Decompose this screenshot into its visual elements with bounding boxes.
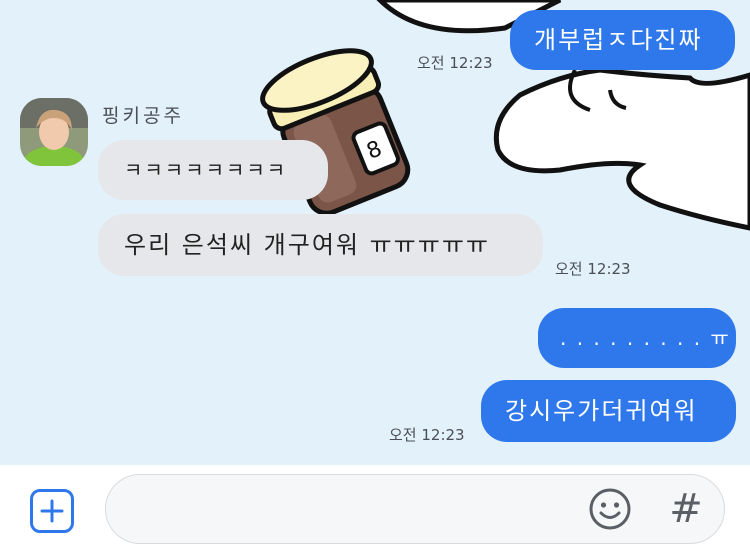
avatar[interactable] bbox=[20, 98, 88, 166]
message-bubble-outgoing[interactable]: 강시우가더귀여워 bbox=[481, 380, 736, 442]
message-bubble-outgoing[interactable]: 개부럽ㅈ다진짜 bbox=[510, 10, 735, 70]
message-text: 개부럽ㅈ다진짜 bbox=[534, 26, 703, 54]
message-bubble-incoming[interactable]: ㅋㅋㅋㅋㅋㅋㅋㅋ bbox=[98, 140, 328, 200]
message-time: 오전 12:23 bbox=[389, 426, 465, 444]
message-time: 오전 12:23 bbox=[417, 54, 493, 72]
message-time: 오전 12:23 bbox=[555, 260, 631, 278]
add-attachment-button[interactable] bbox=[30, 489, 74, 533]
emoji-button[interactable] bbox=[588, 487, 632, 531]
hashtag-button[interactable]: # bbox=[666, 485, 706, 533]
plus-icon bbox=[40, 499, 64, 523]
sender-name: 핑키공주 bbox=[102, 105, 184, 127]
message-text: . . . . . . . . . ㅠ bbox=[560, 326, 731, 350]
chat-area[interactable]: 8 개부럽ㅈ다진짜 오전 12:23 핑키공주 ㅋㅋㅋㅋㅋㅋㅋㅋ 우리 은석씨 … bbox=[0, 0, 750, 465]
message-text: ㅋㅋㅋㅋㅋㅋㅋㅋ bbox=[124, 158, 288, 182]
message-input[interactable] bbox=[105, 474, 725, 544]
message-input-bar: # bbox=[0, 465, 750, 553]
message-text: 우리 은석씨 개구여워 ㅠㅠㅠㅠㅠ bbox=[124, 231, 491, 259]
message-text: 강시우가더귀여워 bbox=[505, 397, 698, 425]
avatar-photo bbox=[20, 98, 88, 166]
message-bubble-incoming[interactable]: 우리 은석씨 개구여워 ㅠㅠㅠㅠㅠ bbox=[98, 214, 543, 276]
message-bubble-outgoing[interactable]: . . . . . . . . . ㅠ bbox=[538, 308, 736, 368]
smiley-icon bbox=[589, 488, 631, 530]
